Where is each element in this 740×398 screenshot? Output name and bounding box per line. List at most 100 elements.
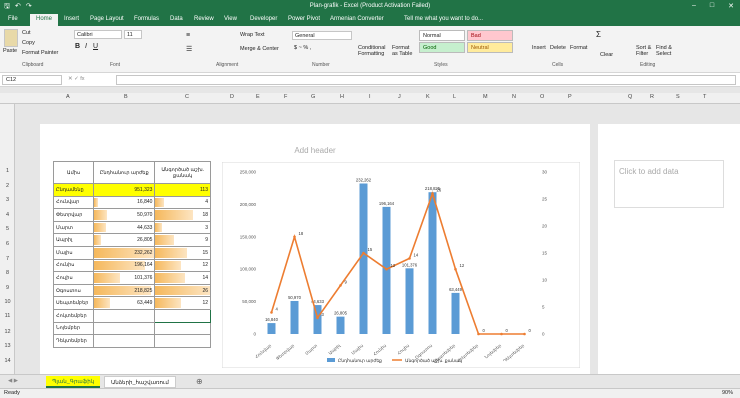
tab-power-pivot[interactable]: Power Pivot — [288, 16, 320, 22]
value-cell[interactable]: 26,805 — [92, 233, 156, 247]
count-cell[interactable]: 12 — [154, 258, 211, 273]
conditional-formatting-button[interactable]: Conditional Formatting — [358, 45, 390, 57]
find-select-button[interactable]: Find & Select — [656, 45, 678, 57]
tab-view[interactable]: View — [224, 16, 237, 22]
column-header-r[interactable]: R — [650, 94, 654, 100]
sheet-nav-icon[interactable]: ◀ ▶ — [8, 378, 18, 384]
month-cell[interactable]: Դեկտեմբեր — [53, 334, 94, 348]
month-cell[interactable]: Փետրվար — [53, 208, 94, 222]
sort-filter-button[interactable]: Sort & Filter — [636, 45, 658, 57]
month-cell[interactable]: Օգոստոս — [53, 283, 94, 298]
count-cell[interactable]: 3 — [154, 220, 211, 235]
row-header[interactable]: 5 — [0, 226, 15, 232]
column-header-t[interactable]: T — [703, 94, 706, 100]
italic-button[interactable]: I — [85, 43, 87, 50]
align-top-icon[interactable]: ≡ — [186, 32, 190, 39]
column-header-n[interactable]: N — [512, 94, 516, 100]
column-header-j[interactable]: J — [398, 94, 401, 100]
count-cell[interactable]: 26 — [154, 283, 211, 298]
row-header[interactable]: 8 — [0, 270, 15, 276]
row-header[interactable]: 4 — [0, 212, 15, 218]
format-cells-button[interactable]: Format — [570, 45, 587, 51]
month-cell[interactable]: Հուլիս — [53, 271, 94, 285]
paste-icon[interactable] — [4, 29, 18, 47]
underline-button[interactable]: U — [93, 43, 98, 50]
value-cell[interactable]: 232,262 — [92, 245, 156, 260]
zoom-level[interactable]: 90% — [722, 390, 733, 396]
tab-developer[interactable]: Developer — [250, 16, 277, 22]
column-header-g[interactable]: G — [311, 94, 315, 100]
sheet-tab-persons[interactable]: Անձերի_հաշվառում — [104, 376, 176, 388]
column-header-m[interactable]: M — [483, 94, 488, 100]
month-cell[interactable]: Հունվար — [53, 195, 94, 210]
row-header[interactable]: 12 — [0, 329, 15, 335]
copy-button[interactable]: Copy — [22, 40, 35, 46]
count-cell[interactable] — [154, 308, 211, 323]
count-cell[interactable] — [154, 321, 211, 336]
tab-page-layout[interactable]: Page Layout — [90, 16, 124, 22]
tab-review[interactable]: Review — [194, 16, 214, 22]
month-cell[interactable]: Նոյեմբեր — [53, 321, 94, 336]
value-cell[interactable] — [92, 334, 156, 348]
align-left-icon[interactable]: ☰ — [186, 45, 192, 53]
style-good[interactable]: Good — [419, 42, 465, 53]
value-cell[interactable]: 63,449 — [92, 296, 156, 310]
font-size-select[interactable]: 11 — [124, 30, 142, 39]
column-header-p[interactable]: P — [568, 94, 572, 100]
month-cell[interactable]: Հունիս — [53, 258, 94, 273]
style-normal[interactable]: Normal — [419, 30, 465, 41]
value-cell[interactable] — [92, 321, 156, 336]
row-header[interactable]: 11 — [0, 313, 15, 319]
row-header[interactable]: 14 — [0, 358, 15, 364]
close-icon[interactable]: ✕ — [728, 2, 734, 10]
click-to-add-data[interactable]: Click to add data — [614, 160, 724, 208]
row-header[interactable]: 2 — [0, 183, 15, 189]
month-cell[interactable]: Ապրիլ — [53, 233, 94, 247]
count-cell[interactable] — [154, 334, 211, 348]
maximize-icon[interactable]: □ — [710, 2, 714, 10]
row-header[interactable]: 10 — [0, 299, 15, 305]
column-header-b[interactable]: B — [124, 94, 128, 100]
add-sheet-icon[interactable]: ⊕ — [196, 377, 203, 386]
row-header[interactable]: 1 — [0, 168, 15, 174]
style-bad[interactable]: Bad — [467, 30, 513, 41]
row-header[interactable]: 13 — [0, 343, 15, 349]
tab-home[interactable]: Home — [30, 14, 59, 26]
count-cell[interactable]: 14 — [154, 271, 211, 285]
month-cell[interactable]: Ընդամենը — [53, 183, 94, 197]
column-header-l[interactable]: L — [453, 94, 456, 100]
column-heading[interactable]: Ամիս — [53, 161, 94, 184]
column-header-e[interactable]: E — [256, 94, 260, 100]
tab-insert[interactable]: Insert — [64, 16, 79, 22]
row-header[interactable]: 3 — [0, 197, 15, 203]
month-cell[interactable]: Հոկտեմբեր — [53, 308, 94, 323]
sheet-tab-plan[interactable]: Պլան_Գրաֆիկ — [46, 376, 101, 388]
value-cell[interactable]: 44,633 — [92, 220, 156, 235]
column-header-k[interactable]: K — [426, 94, 430, 100]
tell-me-search[interactable]: Tell me what you want to do... — [404, 16, 483, 22]
merge-center-button[interactable]: Merge & Center — [240, 46, 279, 52]
value-cell[interactable]: 218,825 — [92, 283, 156, 298]
row-header[interactable]: 9 — [0, 285, 15, 291]
column-header-s[interactable]: S — [676, 94, 680, 100]
insert-cells-button[interactable]: Insert — [532, 45, 546, 51]
format-painter-button[interactable]: Format Painter — [22, 50, 58, 56]
row-header[interactable]: 6 — [0, 241, 15, 247]
value-cell[interactable]: 196,164 — [92, 258, 156, 273]
count-cell[interactable]: 4 — [154, 195, 211, 210]
column-heading[interactable]: Անգործած աշխ. քանակ — [154, 161, 211, 184]
value-cell[interactable]: 50,970 — [92, 208, 156, 222]
autosum-icon[interactable]: Σ — [596, 30, 601, 39]
wrap-text-button[interactable]: Wrap Text — [240, 32, 265, 38]
column-header-d[interactable]: D — [230, 94, 234, 100]
count-cell[interactable]: 113 — [154, 183, 211, 197]
currency-icon[interactable]: $ ~ % , — [294, 45, 311, 51]
column-header-h[interactable]: H — [340, 94, 344, 100]
name-box[interactable]: C12 — [2, 75, 62, 85]
month-cell[interactable]: Մարտ — [53, 220, 94, 235]
delete-cells-button[interactable]: Delete — [550, 45, 566, 51]
column-header-o[interactable]: O — [540, 94, 544, 100]
minimize-icon[interactable]: – — [692, 2, 696, 10]
fx-icon[interactable]: ✕ ✓ fx — [68, 76, 85, 82]
column-heading[interactable]: Ընդհանուր արժեք — [92, 161, 156, 184]
